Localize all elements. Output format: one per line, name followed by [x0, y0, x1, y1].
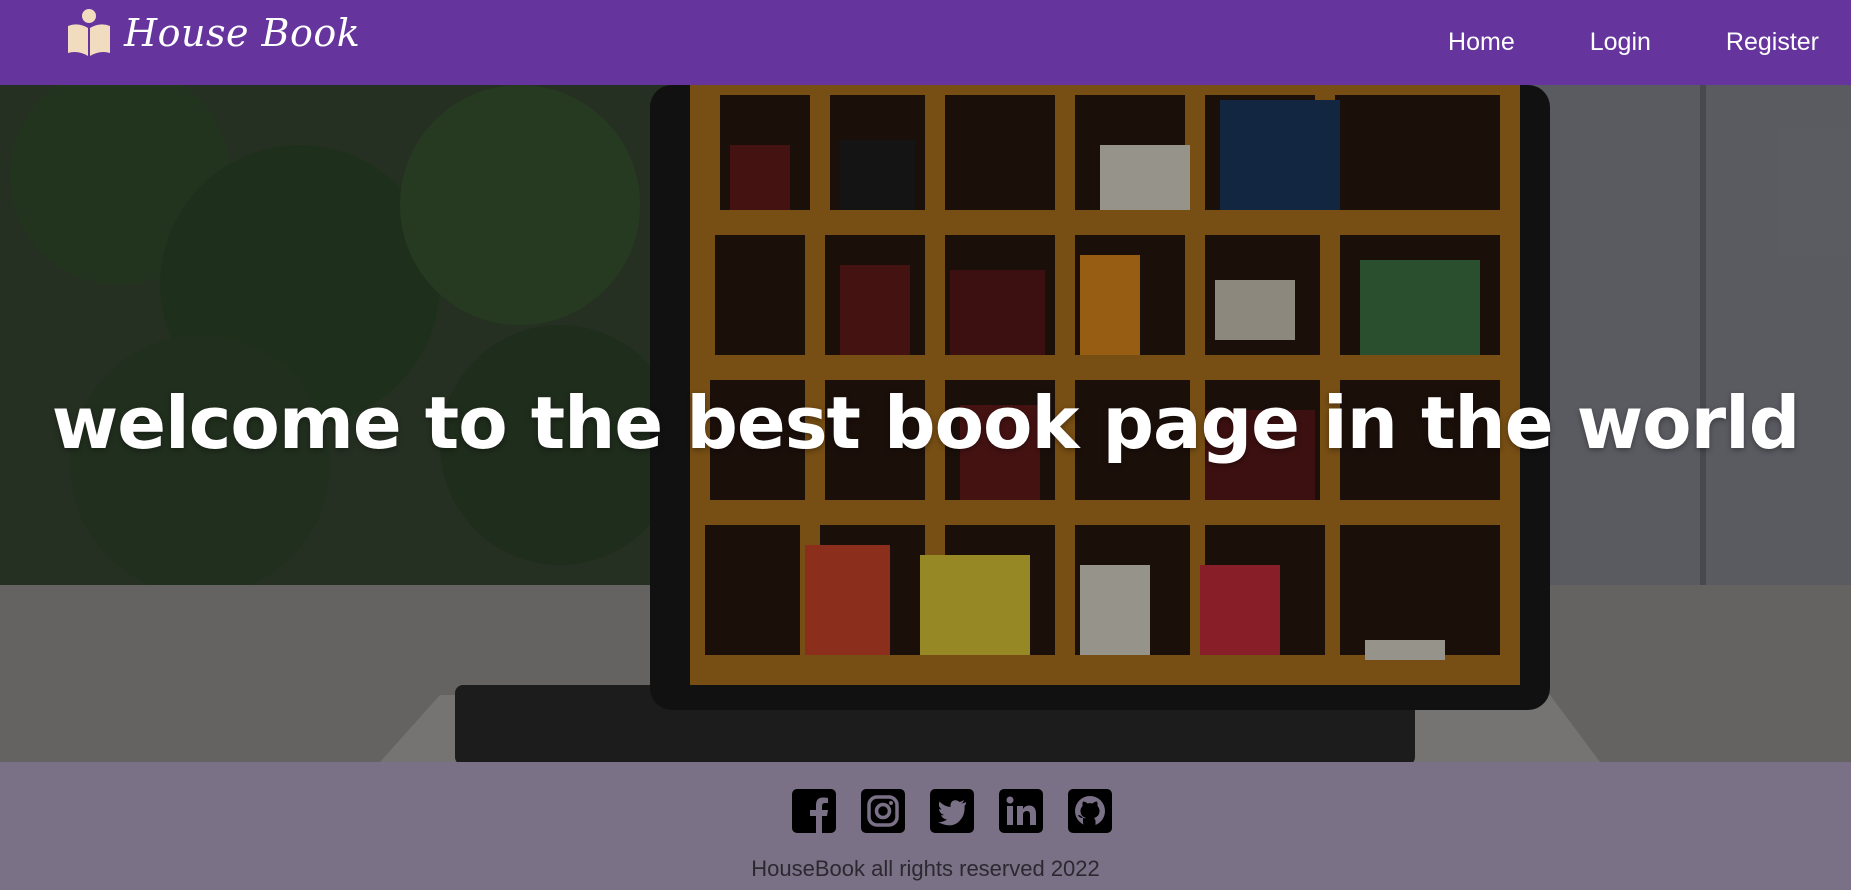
- linkedin-link[interactable]: [999, 789, 1043, 833]
- social-links: [792, 789, 1112, 833]
- github-link[interactable]: [1068, 789, 1112, 833]
- linkedin-icon: [999, 789, 1043, 833]
- main-nav: Home Login Register: [1373, 0, 1819, 85]
- hero-section: welcome to the best book page in the wor…: [0, 85, 1851, 762]
- nav-login-link[interactable]: Login: [1590, 28, 1651, 57]
- facebook-link[interactable]: [792, 789, 836, 833]
- github-icon: [1068, 789, 1112, 833]
- twitter-link[interactable]: [930, 789, 974, 833]
- instagram-link[interactable]: [861, 789, 905, 833]
- nav-register-link[interactable]: Register: [1726, 28, 1819, 57]
- hero-title: welcome to the best book page in the wor…: [51, 381, 1801, 465]
- instagram-icon: [861, 789, 905, 833]
- brand-link[interactable]: House Book: [66, 8, 360, 58]
- nav-home-link[interactable]: Home: [1448, 28, 1515, 57]
- copyright-text: HouseBook all rights reserved 2022: [751, 856, 1100, 881]
- reading-person-logo-icon: [68, 9, 110, 56]
- footer: HouseBook all rights reserved 2022: [0, 762, 1851, 890]
- brand-name: House Book: [124, 11, 361, 55]
- twitter-icon: [930, 789, 974, 833]
- navbar: House Book Home Login Register: [0, 0, 1851, 85]
- facebook-icon: [792, 789, 836, 833]
